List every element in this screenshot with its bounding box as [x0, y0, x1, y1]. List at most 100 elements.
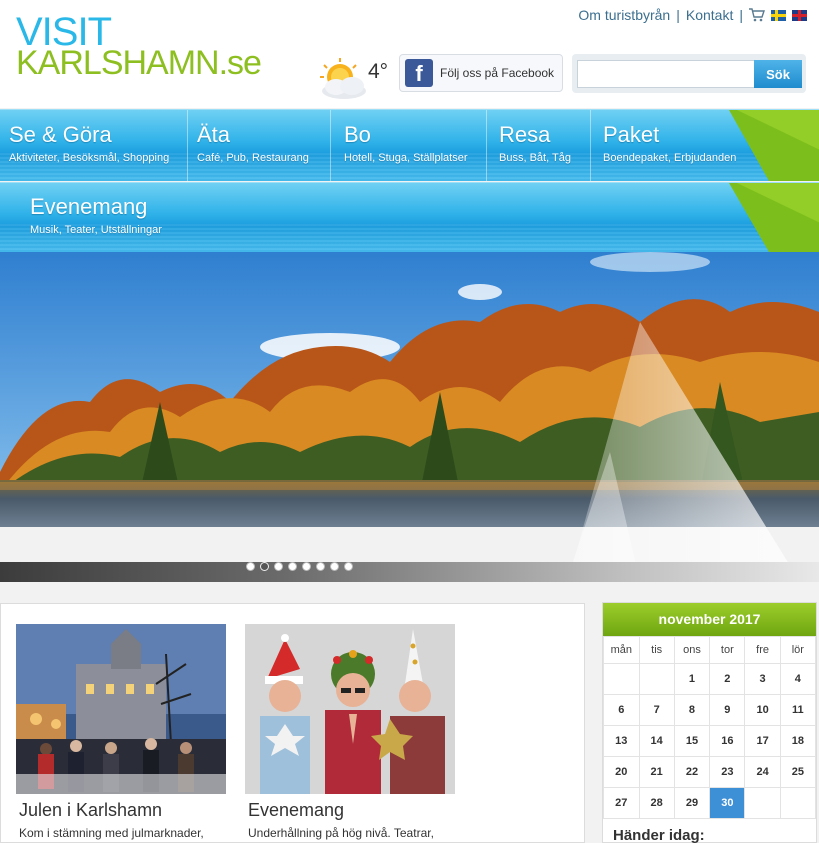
happening-today-label: Händer idag: [613, 827, 705, 843]
calendar-week: 13 14 15 16 17 18 [603, 725, 817, 757]
calendar-day[interactable]: 1 [673, 663, 711, 695]
calendar-day[interactable]: 23 [709, 756, 746, 788]
english-flag-icon[interactable] [792, 9, 807, 21]
calendar-day[interactable]: 8 [673, 694, 711, 726]
logo-town-name: KARLSHAMN [16, 44, 220, 82]
card-text: Kom i stämning med julmarknader, [19, 826, 204, 840]
nav-green-corner [729, 183, 819, 252]
calendar-day[interactable]: 29 [673, 787, 711, 819]
calendar-day[interactable]: 11 [779, 694, 817, 726]
nav-item-title: Äta [197, 122, 231, 147]
facebook-follow-button[interactable]: f Följ oss på Facebook [399, 54, 563, 92]
calendar-month-title: november 2017 [603, 603, 816, 636]
event-calendar: november 2017 mån tis ons tor fre lör 1234678… [602, 602, 817, 843]
calendar-day[interactable]: 13 [603, 725, 640, 757]
calendar-day[interactable]: 25 [779, 756, 817, 788]
calendar-day[interactable]: 10 [744, 694, 781, 726]
calendar-day[interactable]: 24 [744, 756, 781, 788]
slider-dot[interactable] [288, 562, 297, 571]
slider-dot[interactable] [344, 562, 353, 571]
nav-item-resa[interactable]: Resa Buss, Båt, Tåg [487, 110, 591, 181]
logo-karlshamn-text: KARLSHAMN.se [16, 44, 262, 82]
calendar-day[interactable]: 18 [779, 725, 817, 757]
nav-item-title: Evenemang [30, 194, 148, 219]
nav-item-subtitle: Buss, Båt, Tåg [499, 152, 571, 164]
nav-item-subtitle: Aktiviteter, Besöksmål, Shopping [9, 152, 170, 164]
slider-dot[interactable] [330, 562, 339, 571]
link-separator: | [739, 7, 743, 23]
nav-item-evenemang[interactable]: Evenemang Musik, Teater, Utställningar [21, 183, 241, 252]
calendar-day[interactable]: 4 [779, 663, 817, 695]
calendar-day[interactable]: 6 [603, 694, 640, 726]
link-separator: | [676, 7, 680, 23]
slider-dots [246, 562, 353, 572]
nav-item-bo[interactable]: Bo Hotell, Stuga, Ställplatser [331, 110, 487, 181]
slider-bar [0, 562, 819, 582]
card-title: Evenemang [248, 800, 345, 820]
calendar-day[interactable]: 14 [638, 725, 675, 757]
site-header: VISIT KARLSHAMN.se Om turistbyrån | Kont… [0, 0, 819, 108]
logo-tld: .se [218, 44, 262, 82]
calendar-weekday: ons [673, 636, 711, 664]
calendar-week: 6 7 8 9 10 11 [603, 694, 817, 726]
calendar-day[interactable]: 21 [638, 756, 675, 788]
site-logo[interactable]: VISIT KARLSHAMN.se [16, 12, 262, 82]
calendar-day [638, 663, 675, 695]
nav-item-subtitle: Hotell, Stuga, Ställplatser [344, 152, 468, 164]
calendar-day [603, 663, 640, 695]
search-button[interactable]: Sök [754, 60, 802, 88]
calendar-day[interactable]: 17 [744, 725, 781, 757]
cart-icon[interactable] [749, 8, 765, 22]
search-input[interactable] [577, 60, 755, 88]
main-navigation: Se & Göra Aktiviteter, Besöksmål, Shoppi… [0, 109, 819, 181]
nav-item-title: Se & Göra [9, 122, 112, 147]
nav-item-ata[interactable]: Äta Café, Pub, Restaurang [188, 110, 331, 181]
nav-item-se-gora[interactable]: Se & Göra Aktiviteter, Besöksmål, Shoppi… [0, 110, 188, 181]
calendar-week: 20 21 22 23 24 25 [603, 756, 817, 788]
swedish-flag-icon[interactable] [771, 9, 786, 21]
top-links: Om turistbyrån | Kontakt | [578, 7, 807, 23]
nav-item-paket[interactable]: Paket Boendepaket, Erbjudanden [591, 110, 751, 181]
nav-green-corner [729, 110, 819, 181]
slider-dot[interactable] [316, 562, 325, 571]
calendar-day[interactable]: 2 [709, 663, 746, 695]
slider-dot[interactable] [246, 562, 255, 571]
calendar-day[interactable]: 15 [673, 725, 711, 757]
calendar-week: 1234 [603, 663, 817, 695]
nav-item-subtitle: Café, Pub, Restaurang [197, 152, 309, 164]
temperature: 4° [368, 60, 389, 83]
calendar-day[interactable]: 28 [638, 787, 675, 819]
page: VISIT KARLSHAMN.se Om turistbyrån | Kont… [0, 0, 819, 843]
calendar-weekday: fre [744, 636, 781, 664]
calendar-day[interactable]: 3 [744, 663, 781, 695]
slider-dot[interactable] [260, 562, 269, 571]
nav-item-title: Bo [344, 122, 371, 147]
featured-content: Julen i Karlshamn Kom i stämning med jul… [0, 603, 585, 843]
card-text: Underhållning på hög nivå. Teatrar, [248, 826, 434, 840]
link-kontakt[interactable]: Kontakt [686, 7, 733, 23]
calendar-week: 27 28 29 30 [603, 787, 817, 819]
calendar-day [779, 787, 817, 819]
calendar-day[interactable]: 9 [709, 694, 746, 726]
calendar-weekday: tor [709, 636, 746, 664]
nav-item-title: Resa [499, 122, 551, 147]
calendar-day[interactable]: 27 [603, 787, 640, 819]
calendar-day[interactable]: 20 [603, 756, 640, 788]
card-julen[interactable]: Julen i Karlshamn Kom i stämning med jul… [16, 624, 226, 840]
christmas-market-photo [16, 624, 226, 794]
hero-slideshow-image [0, 252, 819, 582]
calendar-weekday: lör [779, 636, 817, 664]
calendar-day[interactable]: 16 [709, 725, 746, 757]
calendar-day[interactable]: 22 [673, 756, 711, 788]
autumn-lake-photo [0, 252, 819, 582]
performers-photo [245, 624, 455, 794]
calendar-weekday: tis [638, 636, 675, 664]
calendar-day[interactable]: 30 [709, 787, 746, 819]
slider-dot[interactable] [274, 562, 283, 571]
weather-sun-cloud-icon [314, 57, 374, 101]
slider-dot[interactable] [302, 562, 311, 571]
card-evenemang[interactable]: Evenemang Underhållning på hög nivå. Tea… [245, 624, 455, 840]
link-om-turistbyran[interactable]: Om turistbyrån [578, 7, 670, 23]
search-box: Sök [572, 54, 806, 93]
calendar-day[interactable]: 7 [638, 694, 675, 726]
